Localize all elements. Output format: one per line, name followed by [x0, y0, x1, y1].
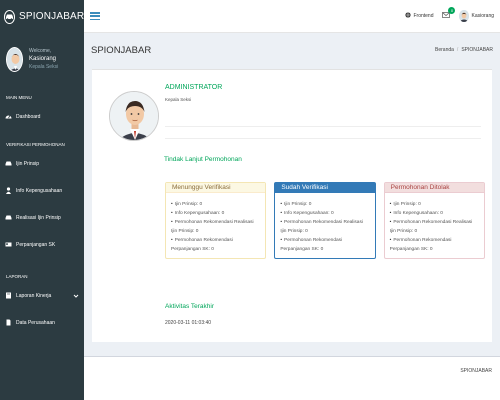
menu-header-laporan: LAPORAN	[6, 273, 28, 279]
sidebar-item-perpanjangan[interactable]: Perpanjangan SK	[0, 231, 84, 258]
list-item: Perpanjangan SK: 0	[389, 247, 433, 252]
file-icon	[5, 319, 12, 326]
dashboard-box: ADMINISTRATOR Kepala Seksi Tindak Lanjut…	[92, 69, 492, 342]
card-title: Menunggu Verifikasi	[166, 183, 266, 193]
profile-title: ADMINISTRATOR	[165, 84, 223, 91]
notification-button[interactable]: 0	[441, 7, 456, 21]
menu-header-main: MAIN MENU	[6, 94, 32, 100]
footer: SPIONJABAR	[84, 356, 500, 400]
list-item: • Permohonan Rekomendasi Realisasi	[171, 220, 254, 225]
list-item: Perpanjangan SK: 0	[171, 247, 214, 252]
card-sudah-verifikasi[interactable]: Sudah Verifikasi • Ijin Prinsip: 0 • Info …	[274, 182, 376, 259]
frontend-link[interactable]: Frontend	[405, 12, 433, 20]
topbar: Frontend 0 Kasiorang	[84, 0, 500, 33]
book-icon	[5, 292, 12, 299]
followup-title: Tindak Lanjut Permohonan	[164, 156, 242, 163]
list-item: • Info Kepengusahaan: 0	[280, 211, 334, 216]
sidebar-item-label: Realisasi Ijin Prinsip	[16, 214, 61, 221]
list-item: • Ijin Prinsip: 0	[280, 202, 312, 207]
car-icon	[5, 214, 12, 221]
user-menu[interactable]: Kasiorang	[459, 10, 494, 22]
card-title: Sudah Verifikasi	[275, 183, 375, 193]
sidebar-item-label: Data Perusahaan	[16, 319, 55, 326]
status-cards: Menunggu Verifikasi • Ijin Prinsip: 0 • In…	[165, 182, 485, 259]
top-user-name: Kasiorang	[471, 13, 494, 19]
sidebar-item-label: Perpanjangan SK	[16, 241, 56, 248]
avatar	[6, 46, 23, 72]
list-item: • Permohonan Rekomendasi Realisasi	[389, 220, 473, 225]
dashboard-icon	[5, 113, 12, 120]
menu-header-verifikasi: VERIFIKASI PERMOHONAN	[6, 141, 65, 147]
breadcrumb-home[interactable]: Beranda	[435, 47, 454, 53]
divider	[165, 126, 481, 127]
list-item: • Info Kepengusahaan: 0	[389, 211, 443, 216]
breadcrumb-current: SPIONJABAR	[461, 47, 493, 53]
list-item: Ijin Prinsip: 0	[389, 229, 418, 234]
card-menunggu-verifikasi[interactable]: Menunggu Verifikasi • Ijin Prinsip: 0 • In…	[165, 182, 267, 259]
brand[interactable]: SPIONJABAR	[0, 0, 84, 33]
list-item: • Permohonan Rekomendasi Realisasi	[280, 220, 363, 225]
activity-timestamp: 2020-03-11 01:03:40	[165, 320, 212, 326]
car-logo-icon	[4, 9, 15, 24]
list-item: • Permohonan Rekomendasi	[171, 238, 233, 243]
hamburger-menu-icon[interactable]	[90, 11, 100, 21]
list-item: • Ijin Prinsip: 0	[389, 202, 421, 207]
globe-icon	[405, 12, 412, 20]
frontend-label: Frontend	[413, 13, 434, 19]
list-item: Ijin Prinsip: 0	[280, 229, 308, 234]
profile-avatar	[109, 91, 159, 141]
sidebar-item-label: Info Kepengusahaan	[16, 187, 63, 194]
page-title: SPIONJABAR	[91, 44, 152, 56]
content-header: SPIONJABAR Beranda / SPIONJABAR	[84, 33, 500, 67]
list-item: Perpanjangan SK: 0	[280, 247, 324, 252]
breadcrumb: Beranda / SPIONJABAR	[435, 47, 493, 53]
card-permohonan-ditolak[interactable]: Permohonan Ditolak • Ijin Prinsip: 0 • Inf…	[383, 182, 485, 259]
welcome-text: Welcome,	[29, 48, 52, 54]
sidebar-item-data-perusahaan[interactable]: Data Perusahaan	[0, 309, 84, 336]
list-item: • Ijin Prinsip: 0	[171, 202, 203, 207]
sidebar-item-label: Laporan Kinerja	[16, 292, 52, 299]
sidebar-item-label: Ijin Prinsip	[16, 160, 40, 167]
brand-name: SPIONJABAR	[19, 11, 85, 22]
list-item: • Info Kepengusahaan: 0	[171, 211, 225, 216]
divider	[165, 138, 481, 139]
sidebar-item-ijin-prinsip[interactable]: Ijin Prinsip	[0, 150, 84, 177]
list-item: Ijin Prinsip: 0	[171, 229, 199, 234]
card-title: Permohonan Ditolak	[384, 183, 484, 193]
avatar	[459, 10, 470, 22]
sidebar-item-info-kepengusahaan[interactable]: Info Kepengusahaan	[0, 177, 84, 204]
id-card-icon	[5, 241, 12, 248]
sidebar-item-label: Dashboard	[16, 113, 41, 120]
sidebar-item-dashboard[interactable]: Dashboard	[0, 103, 84, 130]
user-icon	[5, 187, 12, 194]
user-name: Kasiorang	[29, 56, 57, 62]
sidebar-item-laporan-kinerja[interactable]: Laporan Kinerja	[0, 282, 84, 309]
sidebar-item-realisasi[interactable]: Realisasi Ijin Prinsip	[0, 204, 84, 231]
sidebar: SPIONJABAR Welcome, Kasiorang Kepala Sek…	[0, 0, 84, 400]
footer-text: SPIONJABAR	[460, 368, 492, 374]
activity-title: Aktivitas Terakhir	[165, 303, 215, 310]
user-panel: Welcome, Kasiorang Kepala Seksi	[0, 33, 84, 85]
car-icon	[5, 160, 12, 167]
profile-subtitle: Kepala Seksi	[165, 97, 192, 102]
notification-badge: 0	[448, 7, 456, 14]
chevron-down-icon	[73, 293, 79, 299]
list-item: • Permohonan Rekomendasi	[280, 238, 343, 243]
list-item: • Permohonan Rekomendasi	[389, 238, 452, 243]
user-role: Kepala Seksi	[29, 64, 59, 70]
